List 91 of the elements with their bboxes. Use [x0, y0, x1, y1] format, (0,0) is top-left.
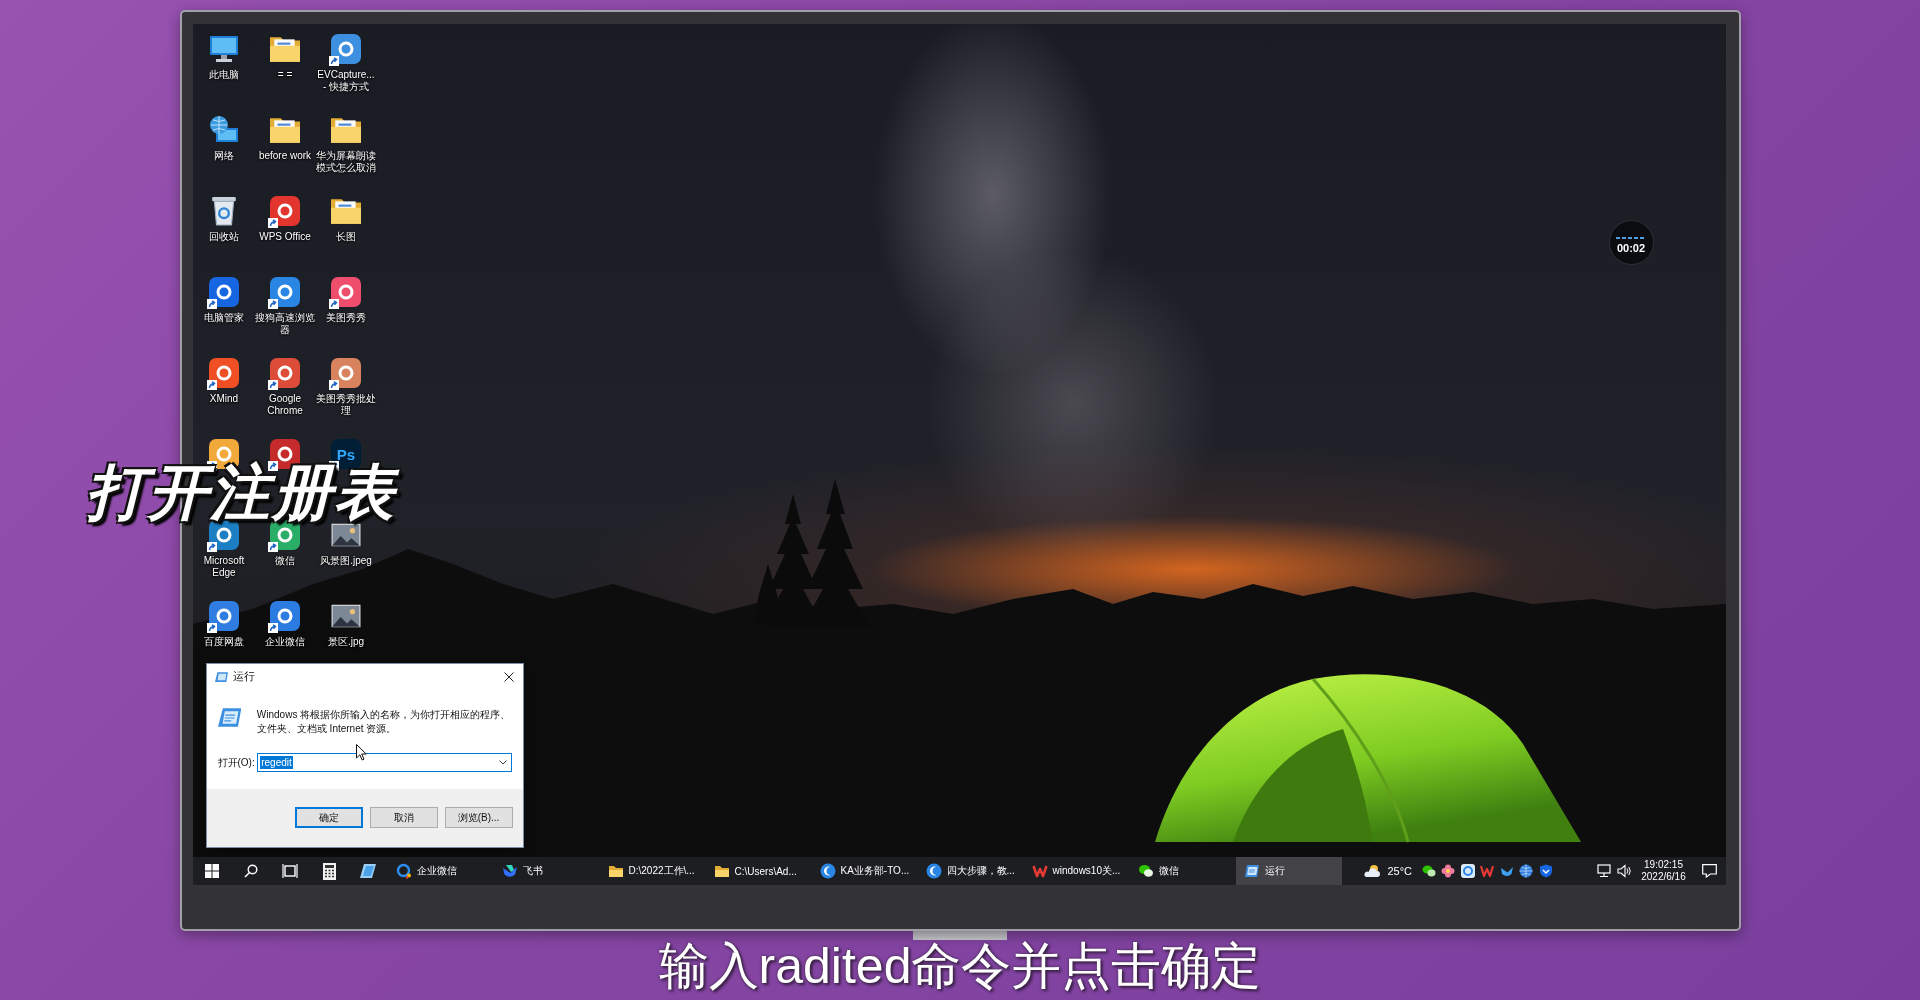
app-tile-icon[interactable]	[331, 277, 361, 307]
icon-label[interactable]: 电脑管家	[204, 312, 244, 324]
weather-button[interactable]: 25°C	[1363, 857, 1419, 885]
run-window-icon	[217, 708, 241, 727]
icon-label[interactable]: before work	[258, 150, 312, 162]
timer-text: 00:02	[1616, 242, 1646, 254]
ring-icon[interactable]	[395, 863, 412, 879]
zigzag-logo-icon[interactable]	[1480, 864, 1495, 878]
bird-icon[interactable]	[501, 863, 518, 879]
zigzag-logo-icon[interactable]	[1031, 863, 1048, 879]
chat-bubbles-icon[interactable]	[1137, 863, 1154, 879]
icon-label[interactable]: EVCapture... - 快捷方式	[315, 69, 377, 93]
run-window-icon[interactable]	[1243, 864, 1260, 878]
cloud-sun-icon	[1363, 864, 1382, 878]
card-icon[interactable]	[359, 863, 377, 879]
taskbar-button[interactable]: 微信	[1129, 857, 1236, 885]
dialog-button[interactable]: 确定	[294, 807, 363, 828]
icon-label[interactable]: = =	[277, 69, 293, 81]
icon-label[interactable]: 微信	[275, 555, 295, 567]
flower-icon[interactable]	[1441, 864, 1456, 878]
folder-icon[interactable]	[270, 117, 300, 143]
icon-label[interactable]: 华为屏幕朗读模式怎么取消	[315, 150, 377, 174]
dialog-title: 运行	[232, 669, 255, 684]
app-tile-icon[interactable]	[331, 34, 361, 64]
icon-label[interactable]: 搜狗高速浏览器	[254, 312, 316, 336]
image-thumbnail-icon[interactable]	[331, 523, 361, 547]
app-tile-icon[interactable]	[270, 358, 300, 388]
windows-logo-icon[interactable]	[205, 864, 219, 878]
taskbar-button[interactable]: D:\2022工作\...	[599, 857, 706, 885]
taskbar-button[interactable]: 企业微信	[387, 857, 494, 885]
run-window-icon	[214, 671, 228, 682]
command-combobox[interactable]: regedit	[257, 753, 512, 772]
image-thumbnail-icon[interactable]	[331, 604, 361, 628]
folder-icon[interactable]	[607, 863, 624, 879]
icon-label[interactable]: 百度网盘	[204, 636, 244, 648]
icon-label[interactable]: 网络	[214, 150, 234, 162]
open-label: 打开(O):	[217, 755, 256, 770]
globe-monitor-icon[interactable]	[208, 115, 240, 145]
chat-bubbles-icon[interactable]	[1421, 864, 1436, 878]
subtitle: 输入radited命令并点击确定	[658, 941, 1262, 991]
taskbar-button[interactable]: C:\Users\Ad...	[705, 857, 812, 885]
taskbar-button[interactable]: KA业务部-TO...	[811, 857, 918, 885]
icon-label[interactable]: 风景图.jpeg	[320, 555, 372, 567]
taskbar-button[interactable]: 运行	[1235, 857, 1342, 885]
icon-label[interactable]: 长图	[336, 231, 356, 243]
command-text: regedit	[260, 756, 293, 769]
icon-label[interactable]: Microsoft Edge	[193, 555, 255, 579]
crescent-circle-icon[interactable]	[819, 863, 836, 879]
app-tile-icon[interactable]	[270, 601, 300, 631]
globe-icon[interactable]	[1519, 864, 1534, 878]
crescent-circle-icon[interactable]	[925, 863, 942, 879]
app-tile-icon[interactable]	[209, 601, 239, 631]
icon-label[interactable]: 此电脑	[209, 69, 239, 81]
icon-label[interactable]: WPS Office	[259, 231, 311, 243]
folder-icon[interactable]	[270, 36, 300, 62]
calculator-icon[interactable]	[322, 862, 336, 880]
dialog-button[interactable]: 取消	[369, 807, 438, 828]
icon-label[interactable]: 美图秀秀	[326, 312, 366, 324]
icon-label[interactable]: 企业微信	[265, 636, 305, 648]
dropdown-caret-icon[interactable]	[498, 760, 507, 765]
monitor-icon[interactable]	[208, 35, 240, 63]
notification-icon[interactable]	[1702, 864, 1717, 878]
speaker-icon[interactable]	[1616, 864, 1631, 878]
taskbar-button[interactable]: 飞书	[493, 857, 600, 885]
app-tile-icon[interactable]	[270, 277, 300, 307]
network-monitor-icon[interactable]	[1597, 864, 1612, 878]
dialog-button[interactable]: 浏览(B)...	[444, 807, 513, 828]
clock[interactable]: 19:02:15 2022/6/16	[1633, 857, 1694, 885]
icon-label[interactable]: 美图秀秀批处理	[315, 393, 377, 417]
icon-label[interactable]: XMind	[209, 393, 239, 405]
icon-label[interactable]: 景区.jpg	[327, 636, 365, 648]
task-view-icon[interactable]	[282, 864, 298, 878]
mouse-pointer-icon	[355, 744, 367, 761]
folder-icon[interactable]	[713, 863, 730, 879]
search-icon[interactable]	[244, 864, 258, 878]
icon-label[interactable]: Google Chrome	[254, 393, 316, 417]
folder-icon[interactable]	[331, 198, 361, 224]
app-tile-icon[interactable]	[209, 520, 239, 550]
taskbar-button[interactable]: windows10关...	[1023, 857, 1130, 885]
app-tile-icon[interactable]	[209, 277, 239, 307]
folder-icon[interactable]	[331, 117, 361, 143]
taskbar-button[interactable]: 四大步骤，教...	[917, 857, 1024, 885]
shield-icon[interactable]	[1538, 864, 1553, 878]
ring-icon[interactable]	[1460, 864, 1475, 878]
app-tile-icon[interactable]	[331, 358, 361, 388]
app-tile-icon[interactable]	[209, 358, 239, 388]
trash-bin-icon[interactable]	[211, 196, 237, 226]
app-tile-icon[interactable]	[270, 196, 300, 226]
close-icon[interactable]	[503, 671, 514, 682]
dialog-message: Windows 将根据你所输入的名称，为你打开相应的程序、文件夹、文档或 Internet 资源。	[256, 708, 512, 736]
icon-label[interactable]: 回收站	[209, 231, 239, 243]
